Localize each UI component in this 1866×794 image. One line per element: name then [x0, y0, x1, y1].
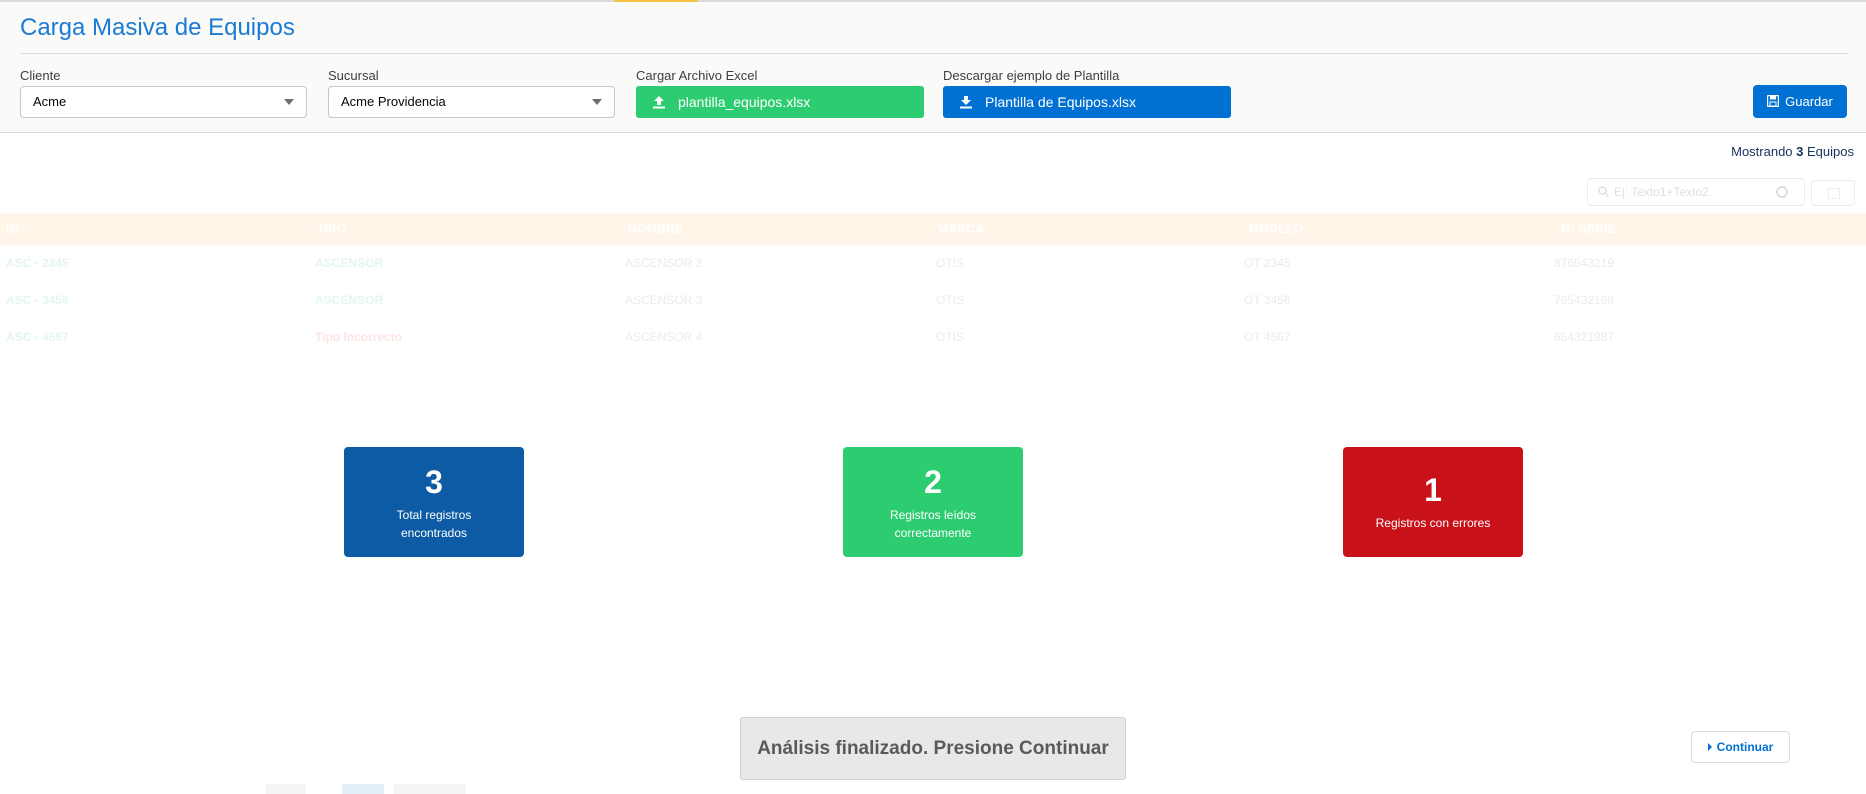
pagination-next[interactable] [394, 784, 466, 794]
cell-marca: OTIS [936, 330, 965, 344]
record-count-prefix: Mostrando [1731, 144, 1793, 159]
sucursal-label: Sucursal [328, 68, 379, 83]
record-count-suffix: Equipos [1807, 144, 1854, 159]
cell-id: ASC - 2345 [6, 256, 69, 270]
upload-icon [653, 96, 665, 109]
column-header-serie[interactable]: Nº SERIE [1561, 213, 1616, 245]
record-count: Mostrando 3 Equipos [1731, 144, 1854, 159]
cliente-label: Cliente [20, 68, 61, 83]
save-label: Guardar [1785, 94, 1833, 109]
cell-id: ASC - 4567 [6, 330, 69, 344]
cell-modelo: OT 4567 [1244, 330, 1291, 344]
pagination-prev[interactable] [266, 784, 306, 794]
cell-nombre: ASCENSOR 2 [625, 256, 703, 270]
cell-nombre: ASCENSOR 3 [625, 293, 703, 307]
column-header-nombre[interactable]: NOMBRE [628, 213, 683, 245]
template-file-name: Plantilla de Equipos.xlsx [985, 94, 1136, 110]
column-header-tipo[interactable]: TIPO [317, 213, 346, 245]
cell-tipo: ASCENSOR [315, 293, 384, 307]
template-field: Descargar ejemplo de Plantilla Plantilla… [943, 68, 1231, 118]
cell-serie: 765432198 [1554, 293, 1615, 307]
download-icon [960, 96, 972, 109]
pagination-current-page[interactable] [342, 784, 384, 794]
cell-marca: OTIS [936, 256, 965, 270]
valid-records-label: Registros leídos correctamente [889, 508, 977, 540]
save-button[interactable]: Guardar [1753, 85, 1847, 118]
chevron-down-icon [592, 99, 602, 105]
sucursal-value: Acme Providencia [341, 94, 446, 109]
cell-tipo: ASCENSOR [315, 256, 384, 270]
loading-spinner-icon [1776, 186, 1788, 198]
search-input[interactable]: Ej: Texto1+Texto2 [1587, 178, 1805, 206]
save-icon [1767, 95, 1780, 107]
sucursal-field: Sucursal Acme Providencia [328, 68, 615, 118]
table-header: ID ↑ TIPO NOMBRE MARCA MODELO Nº SERIE [0, 213, 1866, 245]
column-settings-button[interactable] [1811, 180, 1855, 206]
column-header-id[interactable]: ID ↑ [6, 213, 29, 245]
total-records-value: 3 [425, 464, 443, 500]
cell-serie: 876543219 [1554, 256, 1615, 270]
page-header: Carga Masiva de Equipos Cliente Acme Suc… [0, 2, 1866, 133]
upload-excel-button[interactable]: plantilla_equipos.xlsx [636, 86, 924, 118]
caret-right-icon [1707, 743, 1712, 751]
sucursal-select[interactable]: Acme Providencia [328, 86, 615, 118]
search-icon [1598, 186, 1609, 197]
continue-label: Continuar [1716, 740, 1774, 754]
cell-serie: 654321987 [1554, 330, 1615, 344]
search-placeholder: Ej: Texto1+Texto2 [1614, 185, 1709, 199]
upload-file-name: plantilla_equipos.xlsx [678, 94, 811, 110]
error-records-label: Registros con errores [1375, 516, 1491, 530]
error-records-card: 1 Registros con errores [1343, 447, 1523, 557]
record-count-number: 3 [1796, 144, 1804, 159]
cliente-field: Cliente Acme [20, 68, 307, 118]
table-row[interactable]: ASC - 2345 ASCENSOR ASCENSOR 2 OTIS OT 2… [0, 245, 1866, 282]
cell-marca: OTIS [936, 293, 965, 307]
cell-id: ASC - 3456 [6, 293, 69, 307]
table-columns-icon [1828, 188, 1840, 199]
cliente-value: Acme [33, 94, 67, 109]
total-records-card: 3 Total registros encontrados [344, 447, 524, 557]
cell-modelo: OT 3456 [1244, 293, 1291, 307]
title-divider [20, 53, 1848, 54]
cliente-select[interactable]: Acme [20, 86, 307, 118]
template-label: Descargar ejemplo de Plantilla [943, 68, 1120, 83]
cell-modelo: OT 2345 [1244, 256, 1291, 270]
analysis-status-message: Análisis finalizado. Presione Continuar [740, 717, 1126, 780]
valid-records-card: 2 Registros leídos correctamente [843, 447, 1023, 557]
column-header-marca[interactable]: MARCA [938, 213, 984, 245]
total-records-label: Total registros encontrados [396, 508, 472, 540]
error-records-value: 1 [1424, 472, 1442, 508]
table-row[interactable]: ASC - 4567 Tipo Incorrecto ASCENSOR 4 OT… [0, 319, 1866, 356]
cell-tipo: Tipo Incorrecto [315, 330, 403, 344]
upload-label: Cargar Archivo Excel [636, 68, 758, 83]
table-row[interactable]: ASC - 3456 ASCENSOR ASCENSOR 3 OTIS OT 3… [0, 282, 1866, 319]
valid-records-value: 2 [924, 464, 942, 500]
page-title: Carga Masiva de Equipos [20, 14, 295, 41]
continue-button[interactable]: Continuar [1691, 731, 1790, 763]
chevron-down-icon [284, 99, 294, 105]
upload-field: Cargar Archivo Excel plantilla_equipos.x… [636, 68, 924, 118]
download-template-button[interactable]: Plantilla de Equipos.xlsx [943, 86, 1231, 118]
column-header-modelo[interactable]: MODELO [1249, 213, 1303, 245]
cell-nombre: ASCENSOR 4 [625, 330, 703, 344]
